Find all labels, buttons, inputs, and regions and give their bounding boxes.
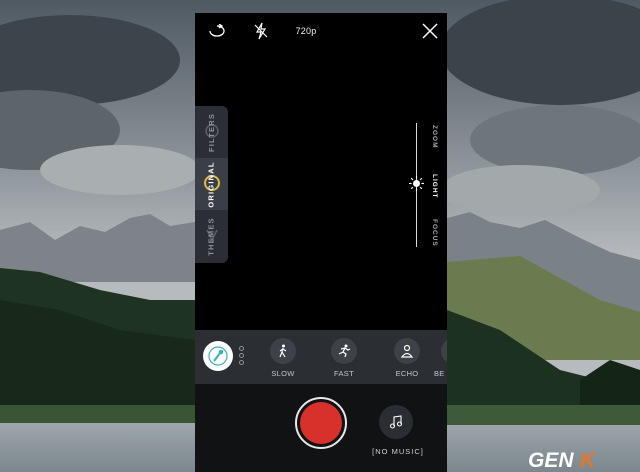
bottom-controls: [NO MUSIC]	[195, 384, 447, 472]
tab-original[interactable]: ORIGINAL	[195, 158, 228, 210]
running-icon	[338, 344, 351, 358]
flash-toggle-button[interactable]	[251, 21, 271, 41]
camera-topbar: 720p	[195, 13, 447, 49]
rotate-camera-button[interactable]	[205, 21, 229, 41]
speed-slow-label: SLOW	[271, 369, 295, 378]
speed-partial-label: BE	[434, 369, 445, 378]
camera-app-window: 720p FILTERS ORIGINAL THEMES ZOOM LIGHT …	[195, 13, 447, 472]
flash-off-icon	[254, 22, 268, 40]
resolution-label: 720p	[295, 26, 317, 36]
microphone-button[interactable]	[203, 341, 233, 371]
tab-filters-label: FILTERS	[207, 112, 216, 152]
svg-text:K: K	[580, 449, 597, 471]
focus-label: FOCUS	[431, 219, 438, 247]
close-icon	[422, 23, 438, 39]
speed-echo-button[interactable]: ECHO	[385, 336, 429, 382]
svg-text:GEN: GEN	[528, 449, 574, 471]
speed-fast-button[interactable]: FAST	[322, 336, 366, 382]
speed-slow-button[interactable]: SLOW	[261, 336, 305, 382]
walking-icon	[279, 344, 287, 358]
record-button-inner	[300, 402, 342, 444]
genk-watermark-logo: GEN K	[528, 447, 638, 472]
tab-filters[interactable]: FILTERS	[195, 106, 228, 158]
tab-themes-label: THEMES	[207, 216, 217, 256]
side-tabs-panel: FILTERS ORIGINAL THEMES	[195, 106, 228, 263]
more-options-dots[interactable]	[239, 346, 245, 368]
record-button[interactable]	[295, 397, 347, 449]
exposure-slider[interactable]: ZOOM LIGHT FOCUS	[409, 123, 445, 247]
microphone-icon	[208, 346, 228, 366]
light-sun-icon[interactable]	[409, 176, 424, 191]
light-label: LIGHT	[431, 174, 438, 199]
speed-partial-button[interactable]: BE	[432, 336, 447, 382]
resolution-button[interactable]: 720p	[291, 21, 321, 41]
music-button[interactable]	[379, 405, 413, 439]
close-button[interactable]	[419, 21, 441, 41]
tab-original-label: ORIGINAL	[207, 160, 217, 208]
speed-bar: SLOW FAST ECHO BE	[195, 330, 447, 384]
speed-echo-label: ECHO	[395, 369, 419, 378]
speed-fast-label: FAST	[334, 369, 354, 378]
tab-themes[interactable]: THEMES	[195, 210, 228, 262]
rotate-camera-icon	[209, 24, 225, 37]
music-note-icon	[389, 415, 403, 429]
music-label: [NO MUSIC]	[372, 447, 424, 456]
echo-icon	[400, 344, 414, 358]
zoom-label: ZOOM	[431, 125, 438, 149]
